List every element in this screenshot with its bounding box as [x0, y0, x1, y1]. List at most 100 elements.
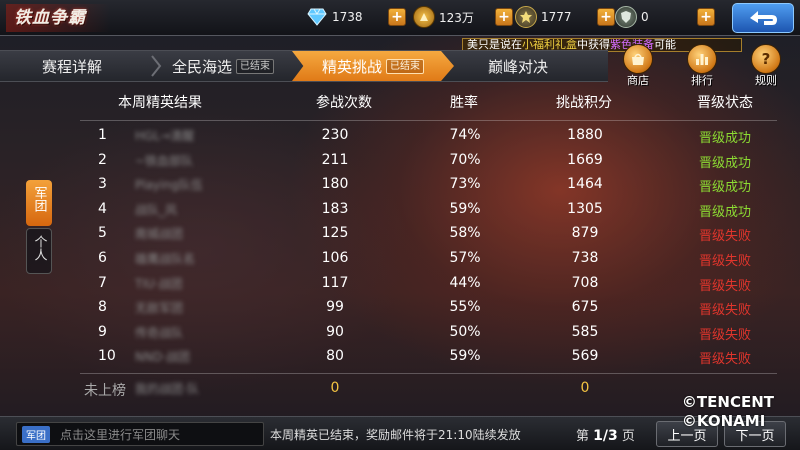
- tab-label: 全民海选: [172, 57, 233, 76]
- side-tab-label: 军团: [31, 186, 47, 212]
- return-arrow-icon: [750, 11, 777, 25]
- shield-medal-icon: [615, 6, 637, 28]
- header-entries: 参战次数: [316, 95, 372, 111]
- side-tab-legion[interactable]: 军团: [26, 180, 52, 226]
- add-gold-button[interactable]: +: [495, 8, 513, 26]
- gold-amount: 123万: [439, 10, 474, 25]
- gold-currency: 123万 +: [413, 6, 513, 28]
- team-name-cell: 传奇战队: [135, 325, 184, 340]
- entries-cell: 117: [321, 274, 349, 291]
- reward-notice: 本周精英已结束，奖励邮件将于21:10陆续发放: [270, 428, 521, 442]
- status-cell: 晋级成功: [698, 155, 751, 171]
- table-row: 6 雄鹰战队名 106 57% 738 晋级失败: [80, 247, 777, 271]
- rank-cell: 4: [98, 200, 107, 217]
- top-bar: 铁血争霸 1738 + 123万 + 1777 + 0 +: [0, 0, 800, 36]
- table-divider: [80, 373, 777, 374]
- status-cell: 晋级成功: [698, 131, 751, 146]
- diamond-icon: [306, 6, 328, 28]
- header-promotion-status: 晋级状态: [697, 95, 753, 111]
- team-name-cell: 南城战团: [135, 227, 184, 242]
- side-tab-personal[interactable]: 个人: [26, 228, 52, 274]
- score-cell: 1880: [567, 127, 603, 143]
- team-name-cell: 战队_风: [135, 202, 178, 217]
- table-row: 1 HGL→清醒 230 74% 1880 晋级成功: [80, 124, 777, 148]
- honor-amount: 1777: [541, 10, 572, 24]
- score-cell: 708: [571, 274, 599, 291]
- table-row: 3 Playing队伍 180 73% 1464 晋级成功: [80, 173, 777, 197]
- unranked-label: 未上榜: [84, 383, 126, 399]
- score-cell: 1464: [567, 176, 603, 193]
- entries-cell: 106: [321, 250, 349, 266]
- header-win-rate: 胜率: [450, 95, 478, 111]
- score-cell: 569: [571, 348, 599, 365]
- score-cell: 675: [571, 299, 599, 316]
- honor-badge-icon: [515, 6, 537, 28]
- copyright-tencent: ©TENCENT: [681, 393, 774, 411]
- ranking-label: 排行: [691, 74, 713, 87]
- entries-cell: 211: [321, 151, 349, 168]
- medal-currency: 0 +: [615, 6, 715, 28]
- my-team-name: 我的战团·队: [135, 382, 199, 396]
- page-indicator: 第 1/3 页: [576, 425, 635, 444]
- rank-cell: 3: [98, 176, 107, 193]
- table-row: 10 NND·战团 80 59% 569 晋级失败: [80, 345, 777, 369]
- add-honor-button[interactable]: +: [597, 8, 615, 26]
- team-name-cell: HGL→清醒: [135, 129, 195, 143]
- win-rate-cell: 50%: [449, 323, 481, 340]
- rank-cell: 6: [98, 250, 107, 266]
- unranked-row: 未上榜 我的战团·队 0 0: [80, 380, 777, 402]
- entries-cell: 99: [326, 299, 344, 316]
- entries-cell: 183: [321, 200, 349, 217]
- ended-badge: 已结束: [236, 58, 275, 74]
- stage-tab-bar: 赛程详解 全民海选 已结束 精英挑战 已结束 巅峰对决: [0, 50, 608, 82]
- add-medal-button[interactable]: +: [697, 8, 715, 26]
- rank-cell: 2: [98, 151, 107, 168]
- tab-elite-challenge[interactable]: 精英挑战 已结束: [292, 51, 454, 81]
- win-rate-cell: 74%: [449, 127, 481, 143]
- medal-amount: 0: [641, 10, 649, 24]
- tab-schedule-details[interactable]: 赛程详解: [42, 51, 102, 81]
- table-row: 8 无敌军团 99 55% 675 晋级失败: [80, 296, 777, 320]
- score-cell: 1669: [567, 151, 603, 168]
- win-rate-cell: 55%: [449, 299, 481, 316]
- rank-cell: 10: [98, 348, 116, 365]
- my-entries: 0: [330, 380, 340, 396]
- status-cell: 晋级失败: [698, 303, 751, 319]
- copyright-konami: ©KONAMI: [681, 412, 766, 430]
- rules-icon: ?: [751, 44, 781, 74]
- rank-cell: 8: [98, 299, 107, 316]
- rules-button[interactable]: ? 规则: [746, 44, 786, 87]
- chevron-right-icon: [151, 55, 162, 77]
- win-rate-cell: 58%: [449, 225, 481, 242]
- tab-open-selection[interactable]: 全民海选 已结束: [172, 51, 275, 81]
- score-cell: 585: [571, 323, 599, 340]
- team-name-cell: NND·战团: [135, 350, 191, 365]
- table-row: 4 战队_风 183 59% 1305 晋级成功: [80, 198, 777, 222]
- rank-cell: 9: [98, 323, 107, 340]
- honor-currency: 1777 +: [515, 6, 615, 28]
- chat-placeholder: 点击这里进行军团聊天: [60, 427, 181, 442]
- ranking-button[interactable]: 排行: [682, 44, 722, 87]
- win-rate-cell: 59%: [449, 348, 481, 365]
- tab-peak-showdown[interactable]: 巅峰对决: [488, 51, 548, 81]
- shop-icon: [623, 44, 653, 74]
- chat-channel-tag: 军团: [22, 425, 50, 443]
- back-button[interactable]: [732, 3, 794, 33]
- header-divider: [80, 120, 777, 121]
- bottom-bar: 军团 点击这里进行军团聊天 本周精英已结束，奖励邮件将于21:10陆续发放 第 …: [0, 416, 800, 450]
- gold-coin-icon: [413, 6, 435, 28]
- game-title: 铁血争霸: [6, 4, 110, 32]
- shop-button[interactable]: 商店: [618, 44, 658, 87]
- status-cell: 晋级失败: [698, 278, 751, 294]
- table-row: 5 南城战团 125 58% 879 晋级失败: [80, 222, 777, 246]
- entries-cell: 80: [326, 348, 344, 365]
- status-cell: 晋级失败: [698, 229, 751, 245]
- my-score: 0: [580, 380, 590, 396]
- rank-cell: 7: [98, 274, 107, 291]
- add-diamond-button[interactable]: +: [388, 8, 406, 26]
- page-prefix: 第: [576, 429, 590, 444]
- win-rate-cell: 57%: [449, 250, 481, 266]
- legion-chat-input[interactable]: 军团 点击这里进行军团聊天: [16, 422, 264, 446]
- status-cell: 晋级成功: [698, 204, 751, 220]
- page-suffix: 页: [621, 429, 635, 444]
